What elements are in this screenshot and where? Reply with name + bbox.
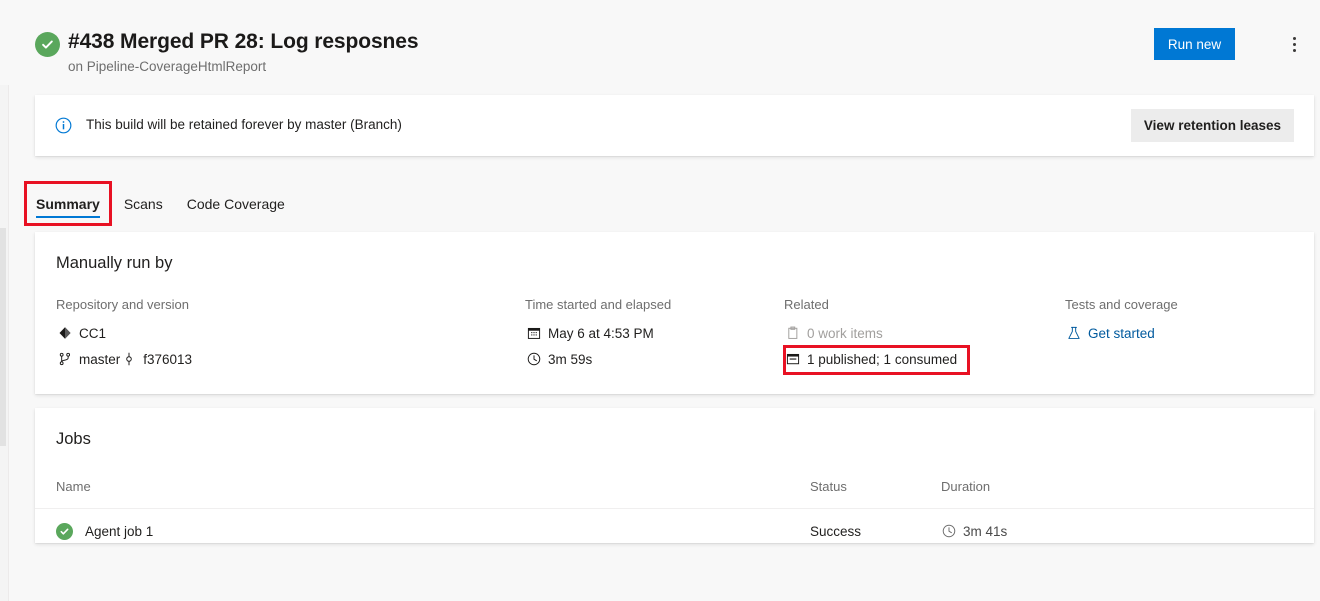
page-scrollbar-thumb[interactable] [0, 228, 6, 446]
summary-column-related: Related 0 work items [784, 296, 1065, 371]
page-title: #438 Merged PR 28: Log resposnes [68, 28, 418, 56]
artifacts-value: 1 published; 1 consumed [807, 352, 957, 367]
work-item-icon [784, 325, 801, 342]
more-vertical-icon[interactable] [1281, 28, 1307, 60]
job-duration: 3m 41s [963, 524, 1007, 539]
summary-column-tests: Tests and coverage Get started [1065, 296, 1305, 371]
clock-icon [941, 523, 957, 539]
tests-get-started-row[interactable]: Get started [1065, 321, 1305, 345]
jobs-card: Jobs Name Status Duration Agent job 1 Su… [35, 408, 1314, 543]
summary-column-tests-label: Tests and coverage [1065, 296, 1305, 314]
clock-icon [525, 351, 542, 368]
run-new-button[interactable]: Run new [1154, 28, 1235, 60]
commit-sha: f376013 [143, 352, 192, 367]
table-row[interactable]: Agent job 1 Success 3m 41s [35, 509, 1314, 553]
job-name-cell: Agent job 1 [35, 523, 810, 540]
tab-code-coverage[interactable]: Code Coverage [175, 181, 297, 226]
column-header-duration: Duration [941, 479, 1141, 494]
summary-card: Manually run by Repository and version C… [35, 232, 1314, 394]
job-name: Agent job 1 [85, 524, 153, 539]
commit-group[interactable]: f376013 [120, 351, 192, 368]
tab-summary-label: Summary [36, 196, 100, 212]
success-check-icon [56, 523, 73, 540]
branch-name: master [79, 352, 120, 367]
jobs-heading: Jobs [56, 430, 91, 449]
jobs-table-header: Name Status Duration [35, 464, 1314, 509]
summary-column-time: Time started and elapsed May 6 at 4:53 P… [525, 296, 784, 371]
work-items-row: 0 work items [784, 321, 1065, 345]
branch-and-commit-row: master f376013 [56, 347, 525, 371]
retention-message: This build will be retained forever by m… [86, 113, 402, 137]
start-time-row: May 6 at 4:53 PM [525, 321, 784, 345]
title-block: #438 Merged PR 28: Log resposnes on Pipe… [68, 28, 418, 77]
tab-bar: Summary Scans Code Coverage [24, 181, 297, 226]
column-header-status: Status [810, 479, 941, 494]
pipeline-subtitle: on Pipeline-CoverageHtmlReport [68, 57, 418, 77]
summary-heading: Manually run by [56, 254, 172, 273]
work-items-value: 0 work items [807, 326, 883, 341]
view-retention-leases-button[interactable]: View retention leases [1131, 109, 1294, 142]
artifacts-row[interactable]: 1 published; 1 consumed [784, 347, 1065, 371]
beaker-icon [1065, 325, 1082, 342]
column-header-name: Name [35, 479, 810, 494]
calendar-icon [525, 325, 542, 342]
jobs-table: Name Status Duration Agent job 1 Success [35, 464, 1314, 553]
tests-get-started-link: Get started [1088, 326, 1155, 341]
summary-column-repository: Repository and version CC1 [56, 296, 525, 371]
info-circle-icon [55, 117, 72, 134]
tab-code-coverage-label: Code Coverage [187, 196, 285, 212]
tab-active-underline [36, 216, 100, 219]
summary-column-time-label: Time started and elapsed [525, 296, 784, 314]
branch-icon [56, 351, 73, 368]
summary-column-related-label: Related [784, 296, 1065, 314]
repository-icon [56, 325, 73, 342]
left-divider [8, 0, 9, 601]
summary-column-repository-label: Repository and version [56, 296, 525, 314]
repository-row[interactable]: CC1 [56, 321, 525, 345]
tab-scans-label: Scans [124, 196, 163, 212]
commit-icon [120, 351, 137, 368]
retention-banner: This build will be retained forever by m… [35, 95, 1314, 156]
pipeline-run-page: #438 Merged PR 28: Log resposnes on Pipe… [0, 0, 1320, 601]
start-time-value: May 6 at 4:53 PM [548, 326, 654, 341]
page-scrollbar-track[interactable] [0, 0, 8, 601]
success-check-icon [35, 32, 60, 57]
artifact-icon [784, 351, 801, 368]
tab-summary[interactable]: Summary [24, 181, 112, 226]
branch-group[interactable]: master [56, 351, 120, 368]
elapsed-value: 3m 59s [548, 352, 592, 367]
job-duration-cell: 3m 41s [941, 523, 1141, 539]
run-header: #438 Merged PR 28: Log resposnes on Pipe… [0, 0, 1320, 85]
elapsed-row: 3m 59s [525, 347, 784, 371]
summary-columns: Repository and version CC1 [56, 296, 1314, 371]
tab-scans[interactable]: Scans [112, 181, 175, 226]
repository-name: CC1 [79, 326, 106, 341]
job-status: Success [810, 524, 941, 539]
